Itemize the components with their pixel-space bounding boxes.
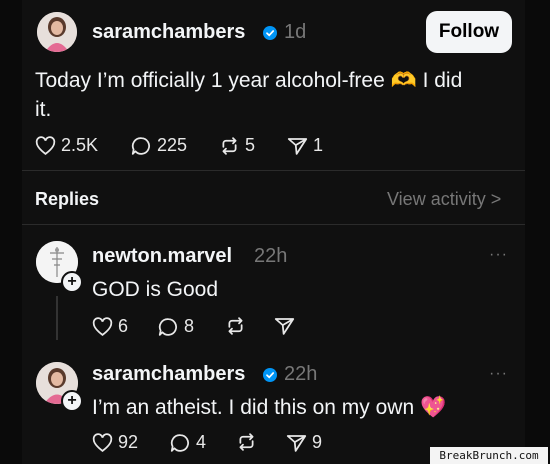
share-icon	[274, 318, 295, 335]
comment-icon	[158, 317, 177, 336]
repost-count: 5	[245, 135, 256, 155]
comment-icon	[131, 136, 150, 155]
repost-icon	[222, 136, 237, 155]
heart-icon	[92, 432, 113, 452]
comment-count: 8	[184, 316, 195, 336]
reply-text: GOD is Good	[92, 278, 219, 301]
author-username[interactable]: saramchambers	[92, 21, 245, 44]
follow-plus-icon[interactable]: +	[61, 390, 83, 412]
reply-comment-button[interactable]: 8	[158, 316, 194, 337]
like-count: 92	[118, 432, 139, 452]
divider	[22, 170, 525, 171]
more-options-icon[interactable]: ···	[489, 365, 508, 383]
like-button[interactable]: 2.5K	[35, 135, 98, 156]
follow-button[interactable]: Follow	[426, 11, 512, 53]
comment-button[interactable]: 225	[131, 135, 187, 156]
follow-plus-icon[interactable]: +	[61, 271, 83, 293]
share-icon	[286, 434, 307, 452]
author-avatar[interactable]	[37, 12, 77, 52]
comment-icon	[170, 433, 189, 452]
share-count: 1	[313, 135, 324, 155]
repost-icon	[239, 433, 254, 451]
repost-button[interactable]: 5	[219, 135, 255, 156]
heart-icon	[35, 135, 56, 155]
comment-count: 225	[157, 135, 188, 155]
share-button[interactable]: 1	[287, 135, 323, 156]
reply-username[interactable]: saramchambers	[92, 363, 245, 386]
watermark: BreakBrunch.com	[430, 447, 548, 464]
thread-line	[56, 296, 58, 340]
post-text-line-2: it.	[35, 98, 52, 121]
like-count: 6	[118, 316, 129, 336]
verified-badge-icon	[263, 26, 277, 40]
reply-repost-button[interactable]	[236, 432, 262, 452]
reply-time: 22h	[254, 245, 288, 267]
repost-icon	[228, 317, 243, 335]
reply-username[interactable]: newton.marvel	[92, 245, 232, 268]
post-time: 1d	[284, 21, 307, 43]
reply-repost-button[interactable]	[225, 316, 251, 336]
share-icon	[287, 137, 308, 155]
heart-icon	[92, 316, 113, 336]
reply-text: I’m an atheist. I did this on my own 💖	[92, 396, 447, 419]
reply-share-button[interactable]	[274, 316, 300, 336]
replies-heading: Replies	[35, 189, 100, 209]
divider	[22, 224, 525, 225]
view-activity-link[interactable]: View activity >	[387, 189, 501, 210]
like-count: 2.5K	[61, 135, 99, 155]
reply-like-button[interactable]: 92	[92, 432, 138, 453]
comment-count: 4	[196, 432, 207, 452]
post-text-line-1: Today I’m officially 1 year alcohol-free…	[35, 69, 463, 92]
share-count: 9	[312, 432, 323, 452]
reply-share-button[interactable]: 9	[286, 432, 322, 453]
more-options-icon[interactable]: ···	[489, 246, 508, 264]
reply-time: 22h	[284, 363, 318, 385]
reply-like-button[interactable]: 6	[92, 316, 128, 337]
verified-badge-icon	[263, 368, 277, 382]
reply-comment-button[interactable]: 4	[170, 432, 206, 453]
